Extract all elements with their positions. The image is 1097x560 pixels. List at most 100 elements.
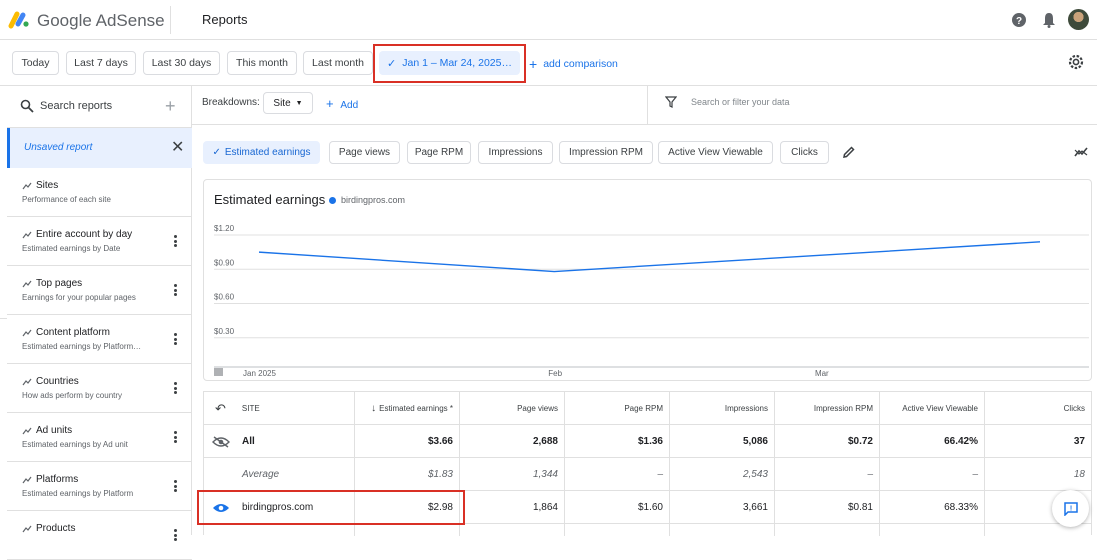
trend-icon bbox=[22, 427, 32, 434]
add-breakdown-button[interactable]: + Add bbox=[326, 96, 358, 111]
top-bar: Google AdSense Reports ? bbox=[0, 0, 1097, 40]
report-item[interactable]: Platforms Estimated earnings by Platform bbox=[7, 462, 192, 511]
close-icon[interactable]: ✕ bbox=[171, 137, 184, 157]
feedback-icon: ! bbox=[1063, 501, 1078, 516]
column-header-clicks[interactable]: Clicks bbox=[984, 392, 1091, 425]
edit-pencil-icon[interactable] bbox=[842, 145, 856, 159]
more-options-icon[interactable] bbox=[171, 331, 179, 347]
table-row: All $3.66 2,688 $1.36 5,086 $0.72 66.42% 37 bbox=[204, 425, 1091, 458]
report-item[interactable]: Entire account by day Estimated earnings … bbox=[7, 217, 192, 266]
report-item[interactable]: Top pages Earnings for your popular pages bbox=[7, 266, 192, 315]
search-reports[interactable]: Search reports + bbox=[7, 86, 192, 128]
metric-chip-impressions[interactable]: Impressions bbox=[478, 141, 553, 164]
report-item[interactable]: Products bbox=[7, 511, 192, 560]
avatar[interactable] bbox=[1068, 9, 1089, 30]
more-options-icon[interactable] bbox=[171, 429, 179, 445]
table-cell: 68.33% bbox=[944, 502, 978, 513]
date-chip-last-7-days[interactable]: Last 7 days bbox=[66, 51, 136, 75]
report-item[interactable]: Sites Performance of each site bbox=[7, 168, 192, 217]
metric-selector-row: ✓ Estimated earnings Page views Page RPM… bbox=[192, 125, 1097, 179]
column-header-estimated-earnings[interactable]: ↓ Estimated earnings * bbox=[354, 392, 459, 425]
report-item-subtitle: Estimated earnings by Ad unit bbox=[22, 440, 128, 449]
metric-chip-clicks[interactable]: Clicks bbox=[780, 141, 829, 164]
column-header-label: SITE bbox=[241, 404, 260, 413]
metric-label: Estimated earnings bbox=[224, 147, 311, 158]
table-cell: 5,086 bbox=[742, 436, 768, 447]
report-item-subtitle: Estimated earnings by Platform… bbox=[22, 342, 142, 351]
check-icon: ✓ bbox=[212, 147, 221, 158]
dropdown-arrow-icon: ▼ bbox=[295, 99, 303, 107]
column-header-label: Estimated earnings * bbox=[379, 404, 453, 413]
row-label[interactable]: Average bbox=[204, 458, 354, 491]
settings-gear-icon[interactable] bbox=[1066, 52, 1086, 72]
table-row: Average $1.83 1,344 – 2,543 – – 18 bbox=[204, 458, 1091, 491]
more-options-icon[interactable] bbox=[171, 527, 179, 543]
series-line bbox=[258, 241, 1041, 273]
breakdowns-label: Breakdowns: bbox=[202, 97, 260, 108]
column-header-site[interactable]: ↶ SITE bbox=[204, 392, 354, 425]
new-report-plus-icon[interactable]: + bbox=[165, 96, 176, 117]
trend-icon bbox=[22, 476, 32, 483]
notifications-bell-icon[interactable] bbox=[1039, 10, 1059, 30]
adsense-logo-icon bbox=[8, 11, 29, 29]
report-item-label: Entire account by day bbox=[36, 229, 133, 240]
row-label-text: Average bbox=[242, 469, 280, 480]
date-chip-this-month[interactable]: This month bbox=[227, 51, 297, 75]
date-chip-today[interactable]: Today bbox=[12, 51, 59, 75]
row-label[interactable]: All bbox=[204, 425, 354, 458]
more-options-icon[interactable] bbox=[171, 282, 179, 298]
more-options-icon[interactable] bbox=[171, 478, 179, 494]
date-chip-last-30-days[interactable]: Last 30 days bbox=[143, 51, 220, 75]
undo-icon[interactable]: ↶ bbox=[215, 401, 226, 417]
feedback-button[interactable]: ! bbox=[1052, 490, 1089, 527]
add-comparison-button[interactable]: + add comparison bbox=[529, 56, 618, 72]
x-tick-label: Mar bbox=[815, 369, 829, 378]
metric-chip-estimated-earnings[interactable]: ✓ Estimated earnings bbox=[203, 141, 320, 164]
help-icon[interactable]: ? bbox=[1009, 10, 1029, 30]
report-item-subtitle: Estimated earnings by Platform bbox=[22, 489, 134, 498]
column-header-impression-rpm[interactable]: Impression RPM bbox=[774, 392, 879, 425]
table-cell: $0.81 bbox=[847, 502, 873, 513]
table-cell: 3,661 bbox=[742, 502, 768, 513]
trend-icon bbox=[22, 231, 32, 238]
more-options-icon[interactable] bbox=[171, 233, 179, 249]
trend-icon bbox=[22, 329, 32, 336]
table-cell: – bbox=[972, 469, 978, 480]
column-header-page-views[interactable]: Page views bbox=[459, 392, 564, 425]
report-item-subtitle: How ads perform by country bbox=[22, 391, 123, 400]
report-item[interactable]: Content platform Estimated earnings by Pl… bbox=[7, 315, 192, 364]
search-reports-placeholder: Search reports bbox=[40, 100, 113, 112]
trend-toggle-icon[interactable] bbox=[1074, 146, 1088, 158]
metric-chip-page-views[interactable]: Page views bbox=[329, 141, 400, 164]
breakdown-select[interactable]: Site ▼ bbox=[263, 92, 313, 114]
table-cell: 1,344 bbox=[532, 469, 558, 480]
hide-eye-icon[interactable] bbox=[212, 435, 230, 448]
divider bbox=[170, 6, 171, 34]
report-item-label: Sites bbox=[36, 180, 59, 191]
metric-chip-active-view-viewable[interactable]: Active View Viewable bbox=[658, 141, 773, 164]
breakdown-toolbar: Breakdowns: Site ▼ + Add Search or filte… bbox=[192, 86, 1097, 125]
report-item[interactable]: Ad units Estimated earnings by Ad unit bbox=[7, 413, 192, 462]
date-chip-last-month[interactable]: Last month bbox=[303, 51, 373, 75]
table-cell: $1.36 bbox=[637, 436, 663, 447]
unsaved-report-item[interactable]: Unsaved report ✕ bbox=[7, 128, 192, 168]
table-cell: $0.72 bbox=[847, 436, 873, 447]
table-cell: 66.42% bbox=[944, 436, 978, 447]
metric-chip-impression-rpm[interactable]: Impression RPM bbox=[559, 141, 653, 164]
search-icon bbox=[20, 99, 34, 113]
earnings-line-chart: $1.20 $0.90 $0.60 $0.30 Jan 2025 Feb Mar bbox=[214, 224, 1089, 378]
column-header-impressions[interactable]: Impressions bbox=[669, 392, 774, 425]
trend-icon bbox=[22, 378, 32, 385]
metric-chip-page-rpm[interactable]: Page RPM bbox=[407, 141, 471, 164]
trend-icon bbox=[22, 182, 32, 189]
filter-input[interactable]: Search or filter your data bbox=[665, 96, 790, 108]
report-item-title: Entire account by day bbox=[22, 229, 132, 240]
brand-name: Google AdSense bbox=[37, 11, 165, 30]
report-item-title: Platforms bbox=[22, 474, 78, 485]
report-item[interactable]: Countries How ads perform by country bbox=[7, 364, 192, 413]
divider bbox=[0, 318, 7, 319]
more-options-icon[interactable] bbox=[171, 380, 179, 396]
unsaved-report-label: Unsaved report bbox=[24, 142, 93, 153]
column-header-active-view-viewable[interactable]: Active View Viewable bbox=[879, 392, 984, 425]
column-header-page-rpm[interactable]: Page RPM bbox=[564, 392, 669, 425]
